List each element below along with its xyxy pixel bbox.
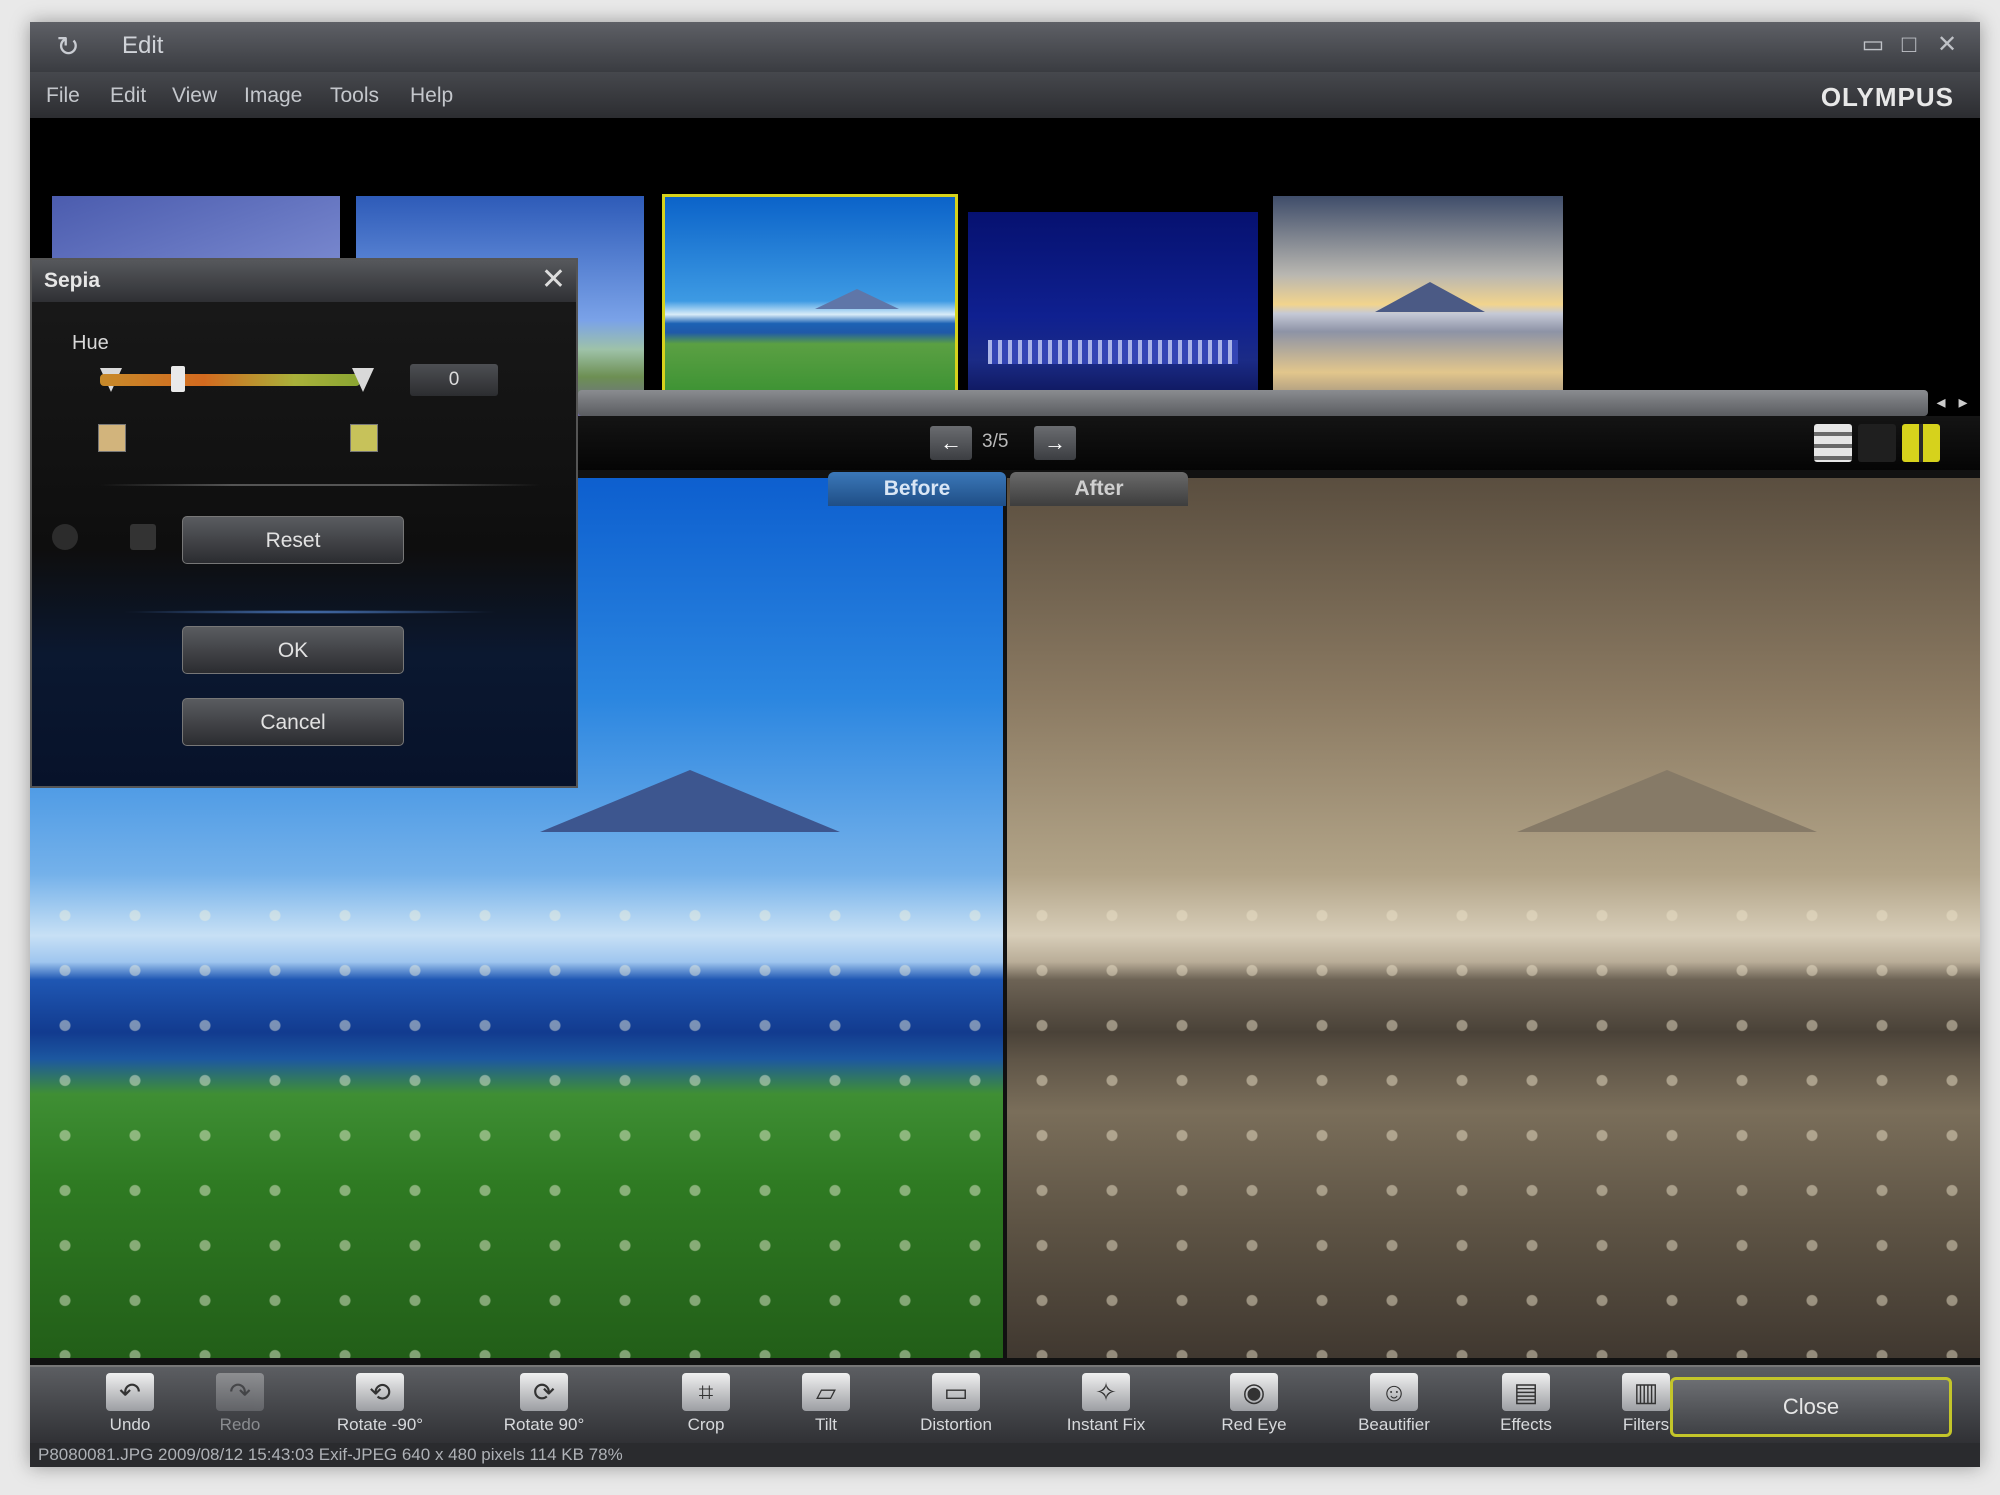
hue-slider-handle[interactable] (171, 366, 185, 392)
mountain-shape (1517, 770, 1817, 832)
brand-logo: OLYMPUS (1820, 82, 1954, 112)
flower-field (1007, 888, 1980, 1358)
menu-file[interactable]: File (46, 84, 80, 108)
page-count: 3/5 (982, 431, 1009, 452)
rotate-left-icon: ⟲ (356, 1373, 404, 1411)
undo-icon: ↶ (106, 1373, 154, 1411)
hue-value-field[interactable]: 0 (410, 364, 498, 396)
redo-icon: ↷ (216, 1373, 264, 1411)
rotate-right-button[interactable]: ⟳ Rotate 90° (484, 1371, 604, 1441)
cancel-button[interactable]: Cancel (182, 698, 404, 746)
maximize-icon[interactable]: □ (1894, 30, 1924, 60)
dialog-title: Sepia (44, 269, 101, 292)
hue-slider[interactable] (100, 366, 360, 392)
effects-icon: ▤ (1502, 1373, 1550, 1411)
edit-window: ↻ Edit ▭ □ ✕ File Edit View Image Tools … (30, 22, 1980, 1467)
thumbnail-mountain (815, 289, 899, 309)
previous-image-button[interactable]: ← (930, 426, 972, 460)
instant-fix-icon: ✧ (1082, 1373, 1130, 1411)
thumbnail-mountain (1375, 282, 1485, 312)
effects-label: Effects (1500, 1415, 1552, 1434)
split-view-icon[interactable] (1858, 424, 1896, 462)
rotate-left-label: Rotate -90° (336, 1415, 424, 1434)
ok-button[interactable]: OK (182, 626, 404, 674)
crop-icon: ⌗ (682, 1373, 730, 1411)
red-eye-icon: ◉ (1230, 1373, 1278, 1411)
effects-button[interactable]: ▤ Effects (1466, 1371, 1586, 1441)
filters-icon: ▥ (1622, 1373, 1670, 1411)
dialog-close-icon[interactable]: ✕ (541, 264, 566, 296)
preview-toggle-icon[interactable] (52, 524, 78, 550)
minimize-icon[interactable]: ▭ (1858, 30, 1888, 60)
next-image-button[interactable]: → (1034, 426, 1076, 460)
tab-before[interactable]: Before (828, 472, 1006, 506)
compare-toggle-icon[interactable] (130, 524, 156, 550)
edit-toolbar: ↶ Undo ↷ Redo ⟲ Rotate -90° ⟳ Rotate 90° ⌗ Cr… (30, 1365, 1980, 1445)
hue-label: Hue (72, 332, 109, 354)
sepia-end-swatch (350, 424, 378, 452)
menu-help[interactable]: Help (410, 84, 453, 108)
dialog-divider (100, 484, 540, 486)
flower-field (30, 888, 1003, 1358)
close-window-icon[interactable]: ✕ (1932, 30, 1962, 60)
tilt-icon: ▱ (802, 1373, 850, 1411)
redo-label: Redo (219, 1415, 261, 1434)
sepia-start-swatch (98, 424, 126, 452)
menu-tools[interactable]: Tools (330, 84, 379, 108)
tilt-label: Tilt (814, 1415, 838, 1434)
tilt-button[interactable]: ▱ Tilt (766, 1371, 886, 1441)
mountain-shape (540, 770, 840, 832)
after-image (1007, 478, 1980, 1358)
beautifier-label: Beautifier (1358, 1415, 1430, 1434)
menu-bar: File Edit View Image Tools Help OLYMPUS (30, 72, 1980, 118)
rotate-right-label: Rotate 90° (503, 1415, 585, 1434)
side-by-side-view-icon[interactable] (1902, 424, 1940, 462)
distortion-icon: ▭ (932, 1373, 980, 1411)
menu-image[interactable]: Image (244, 84, 302, 108)
rotate-right-icon: ⟳ (520, 1373, 568, 1411)
reset-button[interactable]: Reset (182, 516, 404, 564)
tab-after[interactable]: After (1010, 472, 1188, 506)
status-bar: P8080081.JPG 2009/08/12 15:43:03 Exif-JP… (30, 1443, 1980, 1467)
menu-view[interactable]: View (172, 84, 217, 108)
thumbnail-city-lights (988, 340, 1238, 364)
distortion-button[interactable]: ▭ Distortion (896, 1371, 1016, 1441)
redo-button[interactable]: ↷ Redo (180, 1371, 300, 1441)
red-eye-button[interactable]: ◉ Red Eye (1194, 1371, 1314, 1441)
dialog-title-bar: Sepia ✕ (32, 260, 576, 302)
beautifier-icon: ☺ (1370, 1373, 1418, 1411)
dialog-glow-divider (120, 610, 500, 614)
menu-edit[interactable]: Edit (110, 84, 146, 108)
beautifier-button[interactable]: ☺ Beautifier (1334, 1371, 1454, 1441)
strip-scrollbar[interactable] (578, 390, 1928, 416)
undo-label: Undo (109, 1415, 151, 1434)
app-icon: ↻ (56, 31, 80, 62)
scroll-right-icon[interactable]: ▸ (1952, 388, 1974, 416)
red-eye-label: Red Eye (1221, 1415, 1287, 1434)
title-bar: ↻ Edit ▭ □ ✕ (30, 22, 1980, 72)
sepia-dialog: Sepia ✕ Hue 0 Reset OK Cancel (30, 258, 578, 788)
crop-button[interactable]: ⌗ Crop (646, 1371, 766, 1441)
scroll-left-icon[interactable]: ◂ (1930, 388, 1952, 416)
window-title: Edit (122, 32, 164, 59)
undo-button[interactable]: ↶ Undo (70, 1371, 190, 1441)
thumbnail-4[interactable] (968, 212, 1258, 402)
distortion-label: Distortion (920, 1415, 992, 1434)
crop-label: Crop (687, 1415, 725, 1434)
single-view-icon[interactable] (1814, 424, 1852, 462)
instant-fix-button[interactable]: ✧ Instant Fix (1046, 1371, 1166, 1441)
close-button[interactable]: Close (1670, 1377, 1952, 1437)
thumbnail-5[interactable] (1273, 196, 1563, 422)
instant-fix-label: Instant Fix (1066, 1415, 1146, 1434)
rotate-left-button[interactable]: ⟲ Rotate -90° (320, 1371, 440, 1441)
